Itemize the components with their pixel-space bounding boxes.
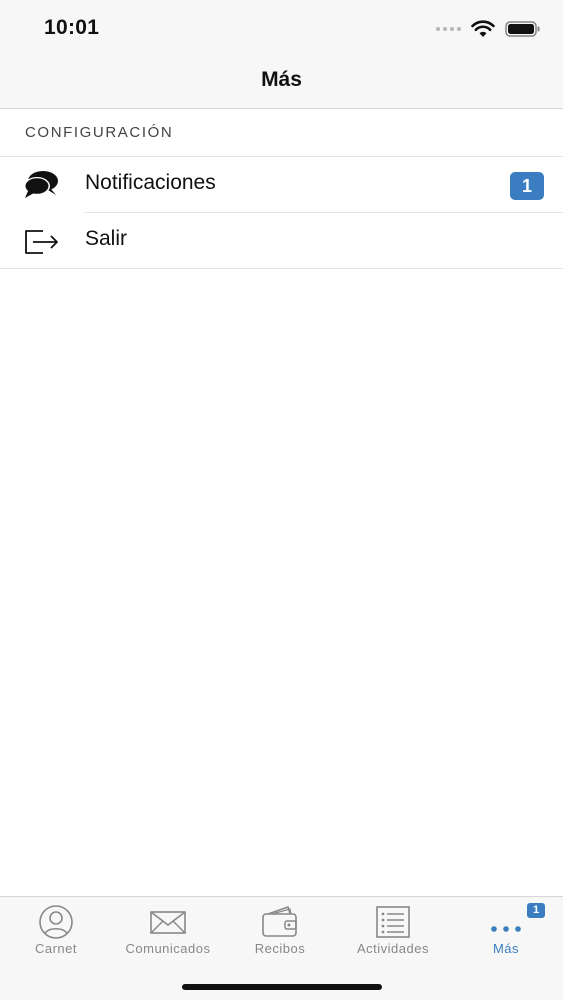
notifications-label: Notificaciones [85, 171, 216, 194]
tab-actividades[interactable]: Actividades [337, 897, 449, 967]
chat-bubbles-icon [24, 171, 58, 198]
user-circle-icon [39, 905, 73, 939]
status-bar: 10:01 [0, 0, 563, 58]
logout-icon [25, 230, 58, 254]
logout-label: Salir [85, 227, 128, 250]
navigation-bar: Más [0, 58, 563, 109]
section-header: CONFIGURACIÓN [0, 109, 563, 157]
tab-label: Carnet [34, 941, 78, 956]
tab-carnet[interactable]: Carnet [0, 897, 112, 967]
more-dots-icon [491, 926, 521, 932]
tab-label: Comunicados [125, 941, 211, 956]
logout-row[interactable]: Salir [0, 213, 563, 269]
list-icon [376, 906, 410, 938]
tab-label: Más [492, 941, 520, 956]
notifications-row[interactable]: Notificaciones 1 [0, 157, 563, 212]
status-time: 10:01 [44, 16, 100, 39]
wifi-icon [471, 20, 495, 37]
home-indicator[interactable] [182, 984, 382, 990]
battery-icon [505, 21, 540, 37]
wallet-icon [262, 906, 297, 937]
page-title: Más [261, 68, 302, 91]
tab-recibos[interactable]: Recibos [224, 897, 336, 967]
section-header-label: CONFIGURACIÓN [25, 124, 174, 141]
tab-comunicados[interactable]: Comunicados [112, 897, 224, 967]
tab-mas-badge: 1 [527, 903, 545, 918]
status-icons [436, 18, 541, 40]
tab-label: Recibos [254, 941, 306, 956]
screen: 10:01 Más CONFIGURACIÓN Notificaciones 1… [0, 0, 563, 1000]
tab-mas[interactable]: Más [450, 897, 562, 967]
signal-dots-icon [436, 27, 461, 31]
notifications-badge: 1 [510, 172, 544, 200]
tab-label: Actividades [357, 941, 429, 956]
envelope-icon [150, 911, 186, 934]
